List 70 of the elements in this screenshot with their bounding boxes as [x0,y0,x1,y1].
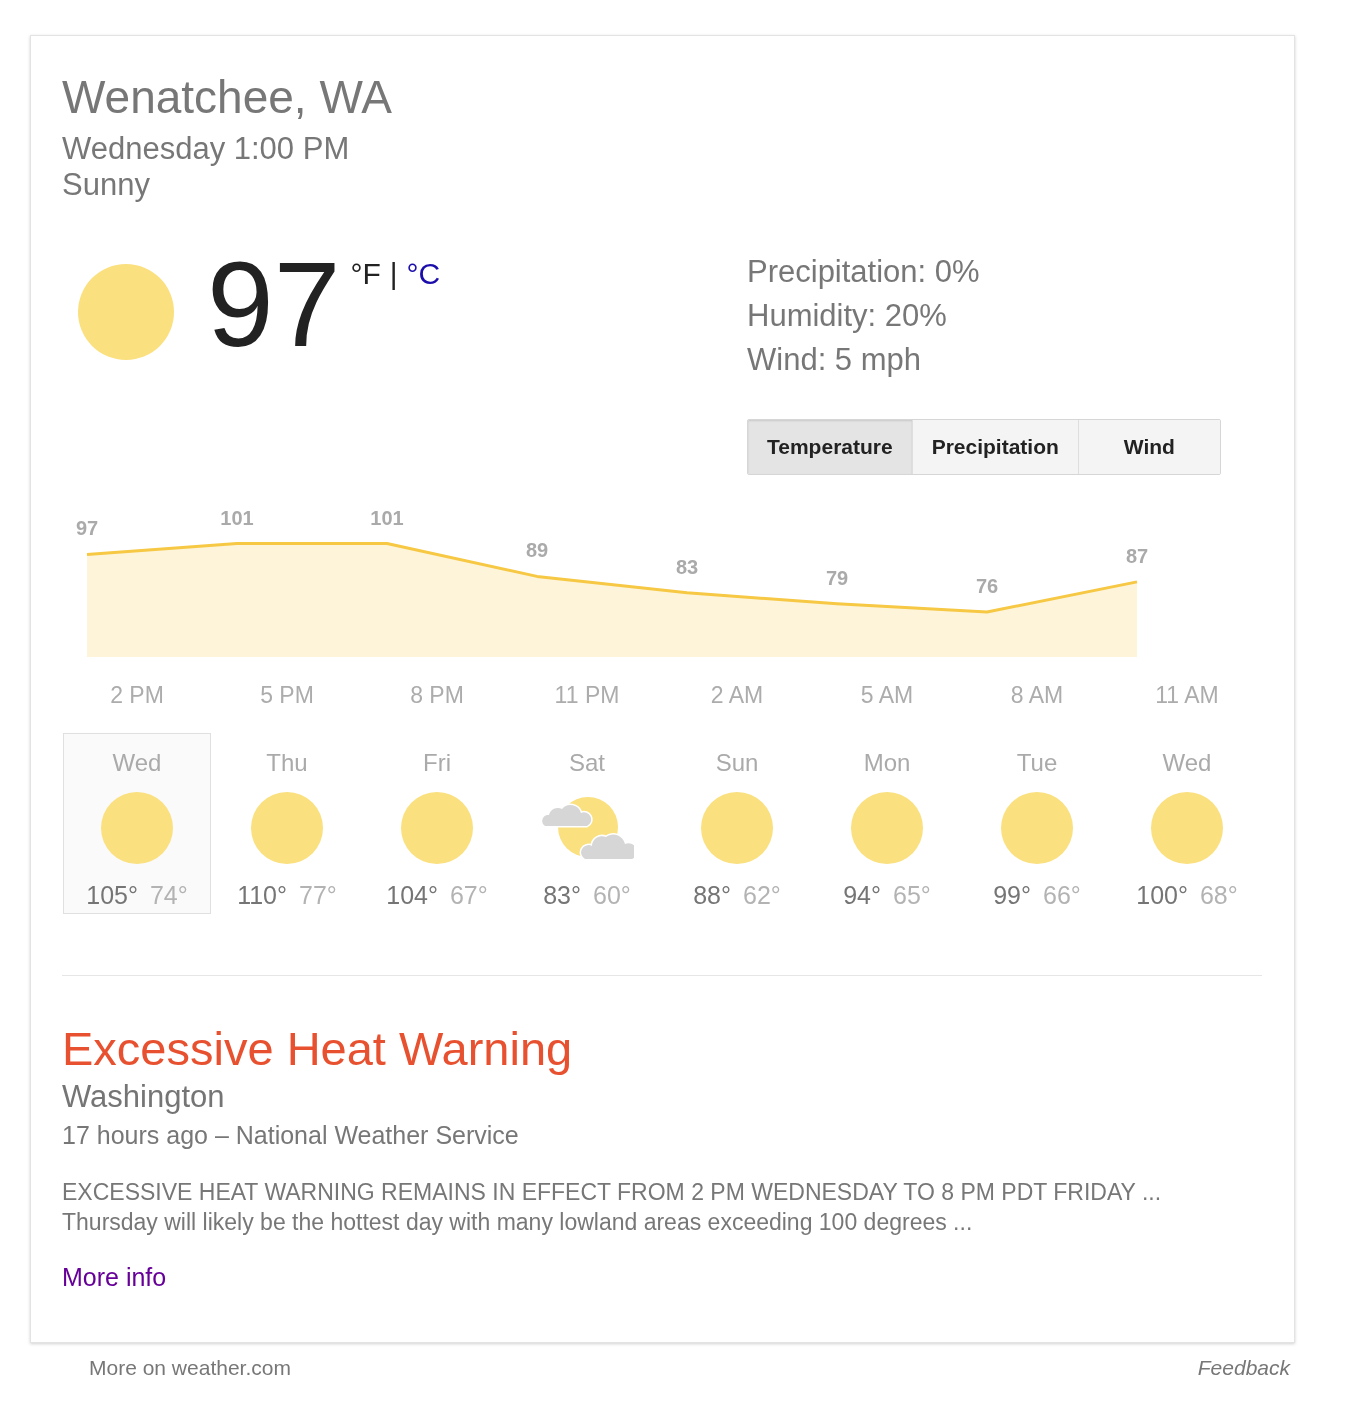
value-label: 76 [975,575,999,597]
high-temperature: 104° [386,880,438,910]
time-label: 8 AM [1010,682,1064,708]
time-label: 8 PM [410,682,464,708]
unit-separator: | [389,259,398,289]
value-label: 79 [825,566,849,589]
low-temperature: 77° [299,880,337,910]
unit-label[interactable]: °F [350,259,381,289]
sun-icon [701,792,773,864]
high-temperature: 110° [237,880,287,910]
high-temperature: 83° [543,880,581,910]
time-label: 5 AM [860,682,914,708]
time-label: 5 PM [260,682,314,708]
sun-icon [78,264,174,360]
sun-icon [101,792,173,864]
time-label: 11 AM [1155,682,1219,708]
location-title: Wenatchee, WA [62,71,392,123]
day-name: Sun [715,748,759,778]
unit-link[interactable]: °C [406,259,441,289]
value-label: 83 [675,555,699,578]
weather-detail: Wind: 5 mph [747,341,921,379]
alert-description: EXCESSIVE HEAT WARNING REMAINS IN EFFECT FROM 2 PM WEDNESDAY TO 8 PM PDT FRIDAY ... Thursday will likely be the hottest day with many lowland areas exceeding 100 degrees ... [62,1178,1162,1237]
source-link[interactable]: More on weather.com [89,1355,291,1381]
sun-cloud-icon [540,796,634,860]
value-label: 97 [75,517,99,540]
sun-icon [401,792,473,864]
low-temperature: 68° [1199,880,1238,910]
high-temperature: 94° [843,880,881,910]
alert-region: Washington [62,1079,225,1115]
day-name: Tue [1016,748,1058,778]
sun-icon [1001,792,1073,864]
day-name: Mon [863,748,911,778]
feedback-link[interactable]: Feedback [1197,1355,1290,1381]
weather-detail: Precipitation: 0% [747,253,980,291]
low-temperature: 60° [593,880,631,910]
day-tile[interactable]: Wed 105° 74° [63,733,211,914]
value-label: 101 [370,506,404,529]
more-info-link[interactable]: More info [62,1262,167,1292]
high-temperature: 100° [1136,880,1188,910]
sun-icon [851,792,923,864]
value-label: 89 [525,539,549,562]
low-temperature: 65° [893,880,931,910]
chart-tab[interactable]: Temperature [748,420,912,474]
sun-icon [251,792,323,864]
low-temperature: 67° [449,880,488,910]
day-name: Sat [569,748,605,778]
value-label: 101 [220,506,254,529]
chart-tab[interactable]: Precipitation [911,420,1078,474]
high-temperature: 105° [86,880,138,910]
low-temperature: 66° [1043,880,1081,910]
day-name: Wed [1162,748,1212,778]
high-temperature: 99° [993,880,1031,910]
sun-icon [1151,792,1223,864]
high-temperature: 88° [693,880,731,910]
day-name: Thu [266,748,308,778]
time-label: 2 PM [110,682,164,708]
date-time: Wednesday 1:00 PM [62,131,350,167]
alert-source: 17 hours ago – National Weather Service [62,1120,519,1150]
time-label: 11 PM [554,682,620,708]
low-temperature: 62° [743,880,781,910]
chart-tab[interactable]: Wind [1077,420,1220,474]
value-label: 87 [1125,544,1149,567]
current-temperature: 97 [207,244,341,364]
condition-text: Sunny [62,167,150,203]
weather-detail: Humidity: 20% [747,297,947,335]
day-name: Wed [112,748,162,778]
time-label: 2 AM [710,682,764,708]
alert-title: Excessive Heat Warning [62,1022,573,1076]
low-temperature: 74° [149,880,188,910]
day-name: Fri [423,748,451,778]
